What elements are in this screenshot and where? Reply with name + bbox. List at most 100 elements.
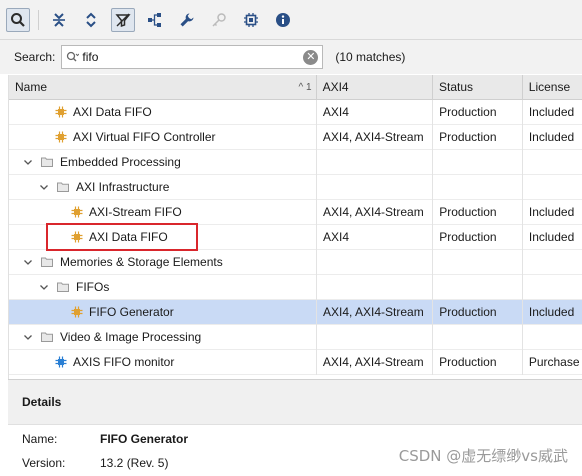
ip-catalog-table: Name ^ 1 AXI4 Status License AXI Data FI… bbox=[8, 75, 582, 379]
cell-license: Included bbox=[528, 304, 575, 319]
cell-name: FIFOs bbox=[9, 274, 317, 300]
info-icon bbox=[276, 12, 290, 27]
folder-icon bbox=[57, 282, 69, 292]
cell-license bbox=[523, 325, 582, 350]
table-header: Name ^ 1 AXI4 Status License bbox=[9, 75, 582, 100]
table-row[interactable]: Video & Image Processing bbox=[9, 324, 582, 350]
search-input[interactable] bbox=[82, 50, 283, 64]
cell-name: FIFO Generator bbox=[9, 299, 317, 325]
detail-version-key: Version: bbox=[22, 456, 66, 470]
collapse-all-icon bbox=[53, 12, 65, 27]
cell-interface: AXI4, AXI4-Stream bbox=[317, 199, 434, 225]
search-box[interactable]: ✕ bbox=[61, 45, 324, 69]
chevron-down-icon[interactable] bbox=[23, 157, 33, 167]
search-toggle-button[interactable] bbox=[6, 7, 30, 32]
filter-icon bbox=[115, 13, 131, 27]
row-name-label: FIFOs bbox=[76, 279, 110, 294]
cell-status bbox=[433, 249, 523, 275]
row-name-label: AXI Data FIFO bbox=[73, 104, 152, 119]
cell-interface: AXI4, AXI4-Stream bbox=[317, 299, 434, 325]
row-name-label: AXI-Stream FIFO bbox=[89, 204, 182, 219]
column-header-license[interactable]: License bbox=[523, 75, 582, 100]
match-count: (10 matches) bbox=[335, 50, 406, 64]
row-name-label: AXIS FIFO monitor bbox=[73, 354, 175, 369]
ip-core-icon bbox=[55, 356, 67, 368]
info-button[interactable] bbox=[271, 8, 295, 32]
column-header-interface[interactable]: AXI4 bbox=[317, 75, 433, 100]
cell-license bbox=[523, 250, 582, 275]
cell-license: Included bbox=[528, 229, 575, 244]
cell-status bbox=[433, 149, 523, 175]
chevron-down-icon[interactable] bbox=[39, 282, 49, 292]
wrench-icon bbox=[180, 13, 194, 26]
cell-name: AXI Infrastructure bbox=[9, 174, 317, 200]
detail-name-line: Name: FIFO Generator bbox=[22, 432, 188, 446]
table-row[interactable]: Embedded Processing bbox=[9, 149, 582, 175]
chip-button[interactable] bbox=[239, 8, 263, 32]
ip-core-icon bbox=[71, 231, 83, 243]
cell-status: Production bbox=[433, 199, 523, 225]
cell-status: Production bbox=[433, 299, 523, 325]
detail-name-value: FIFO Generator bbox=[100, 432, 189, 446]
table-row[interactable]: AXI-Stream FIFO AXI4, AXI4-Stream Producti… bbox=[9, 199, 582, 225]
cell-license bbox=[523, 150, 582, 175]
cell-interface bbox=[317, 174, 434, 200]
toolbar bbox=[0, 0, 582, 40]
collapse-all-button[interactable] bbox=[47, 8, 71, 32]
cell-name: AXI-Stream FIFO bbox=[9, 199, 317, 225]
table-row[interactable]: AXI Infrastructure bbox=[9, 174, 582, 200]
column-header-name[interactable]: Name ^ 1 bbox=[9, 75, 317, 100]
cell-status: Production bbox=[433, 99, 523, 125]
ip-core-icon bbox=[71, 206, 83, 218]
customize-ip-button[interactable] bbox=[175, 8, 199, 32]
table-row[interactable]: AXIS FIFO monitor AXI4, AXI4-Stream Produc… bbox=[9, 349, 582, 375]
cell-name: Video & Image Processing bbox=[9, 324, 317, 350]
cell-interface bbox=[317, 149, 434, 175]
ip-core-icon bbox=[71, 306, 83, 318]
cell-license bbox=[523, 175, 582, 200]
details-title: Details bbox=[8, 380, 582, 425]
row-name-label: AXI Infrastructure bbox=[76, 179, 170, 194]
watermark: CSDN @虚无缥缈vs威武 bbox=[398, 447, 568, 465]
cell-status: Production bbox=[433, 224, 523, 250]
table-row[interactable]: AXI Virtual FIFO Controller AXI4, AXI4-St… bbox=[9, 124, 582, 150]
cell-status bbox=[433, 274, 523, 300]
detail-version-line: Version: 13.2 (Rev. 5) bbox=[22, 456, 168, 470]
cell-license: Purchase bbox=[528, 354, 580, 369]
table-row[interactable]: FIFOs bbox=[9, 274, 582, 300]
row-name-label: Memories & Storage Elements bbox=[60, 254, 223, 269]
cell-interface bbox=[317, 249, 434, 275]
search-icon bbox=[11, 12, 25, 27]
cell-status: Production bbox=[433, 124, 523, 150]
cell-interface: AXI4, AXI4-Stream bbox=[317, 349, 434, 375]
cell-license: Included bbox=[528, 129, 575, 144]
cell-name: AXI Virtual FIFO Controller bbox=[9, 124, 317, 150]
key-icon bbox=[212, 12, 226, 27]
chevron-down-icon[interactable] bbox=[39, 182, 49, 192]
clear-search-icon[interactable]: ✕ bbox=[303, 50, 319, 65]
chip-icon bbox=[244, 12, 258, 27]
column-header-name-label: Name bbox=[15, 79, 48, 94]
expand-all-icon bbox=[86, 12, 96, 27]
cell-name: AXIS FIFO monitor bbox=[9, 349, 317, 375]
table-row[interactable]: AXI Data FIFO AXI4 Production Included bbox=[9, 224, 582, 250]
cell-status bbox=[433, 324, 523, 350]
cell-interface: AXI4, AXI4-Stream bbox=[317, 124, 434, 150]
expand-all-button[interactable] bbox=[79, 8, 103, 32]
cell-status bbox=[433, 174, 523, 200]
filter-button[interactable] bbox=[111, 7, 135, 32]
table-row[interactable]: FIFO Generator AXI4, AXI4-Stream Productio… bbox=[9, 299, 582, 325]
folder-icon bbox=[41, 332, 53, 342]
column-header-status[interactable]: Status bbox=[433, 75, 523, 100]
chevron-down-icon[interactable] bbox=[23, 332, 33, 342]
table-row[interactable]: Memories & Storage Elements bbox=[9, 249, 582, 275]
license-button[interactable] bbox=[207, 8, 231, 32]
hierarchy-button[interactable] bbox=[143, 8, 167, 32]
search-field-icon bbox=[67, 51, 80, 62]
search-row: Search: ✕ (10 matches) bbox=[0, 40, 582, 74]
search-label: Search: bbox=[14, 50, 56, 64]
hierarchy-icon bbox=[148, 12, 161, 27]
table-row[interactable]: AXI Data FIFO AXI4 Production Included bbox=[9, 99, 582, 125]
chevron-down-icon[interactable] bbox=[23, 257, 33, 267]
folder-icon bbox=[41, 257, 53, 267]
